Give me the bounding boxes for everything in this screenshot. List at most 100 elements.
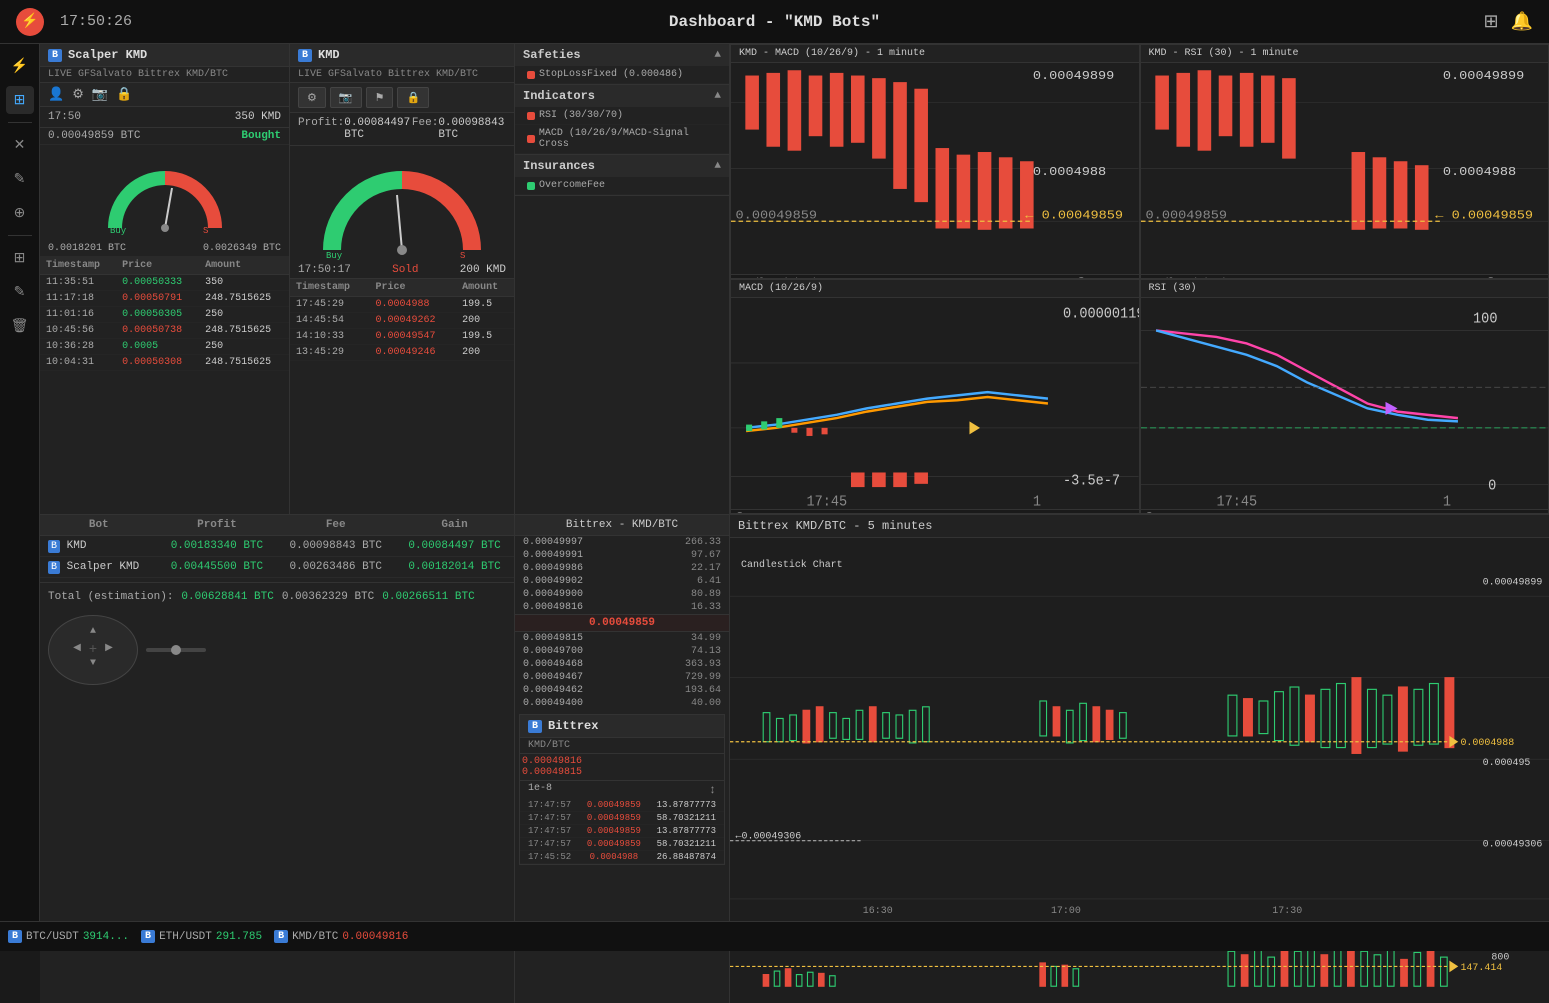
nav-up[interactable]: ▲ [85,626,101,642]
zoom-rsi-lower[interactable]: 🔍 [1145,512,1159,515]
nav-tr [101,626,117,642]
zoom-track[interactable] [146,648,206,652]
table-row: B Scalper KMD 0.00445500 BTC 0.00263486 … [40,557,514,578]
list-item: 0.0004940040.00 [515,697,729,710]
sidebar-item-copy[interactable]: ⊞ [6,244,34,272]
trade-price: 0.00050791 [116,291,199,307]
page-title: Dashboard - "KMD Bots" [669,13,880,31]
orderbook-asks: 0.00049997266.330.0004999197.670.0004998… [515,536,729,614]
list-item: 0.0004999197.67 [515,549,729,562]
indicators-title: Indicators [523,89,595,103]
ob-ask-vol: 22.17 [691,563,721,574]
nav-left-rsi-lower[interactable]: ◀ [1164,512,1172,515]
rsi-lower-panel: RSI (30) 100 0 [1140,279,1549,514]
rsi-candlestick-panel: KMD - RSI (30) - 1 minute 0.00049899 0.0… [1140,44,1549,279]
zoom-macd-lower[interactable]: 🔍 [735,512,749,515]
scalper-btc-low: 0.0018201 BTC [48,243,126,254]
notification-icon[interactable]: 🔔 [1511,11,1533,33]
svg-text:17:45: 17:45 [806,494,847,509]
bittrex-scroll[interactable]: ↕ [709,783,716,797]
nav-expand-macd-lower[interactable]: ⊞ [784,512,793,515]
kmd-trade-ts: 14:10:33 [290,329,369,345]
sidebar-item-close[interactable]: ✕ [6,131,34,159]
nav-right[interactable]: ▶ [101,642,117,658]
kmd-trades-body: 17:45:29 0.0004988 199.5 14:45:54 0.0004… [290,297,514,361]
btx-price: 0.00049859 [587,839,641,849]
safety-dot-red [527,71,535,79]
trade-ts: 10:45:56 [40,323,116,339]
current-time: 17:50:26 [60,13,132,30]
svg-text:Candlestick Chart: Candlestick Chart [741,559,843,571]
kmd-col-price: Price [369,279,456,297]
kmd-gauge-container: Buy S [290,146,514,262]
indicators-header[interactable]: Indicators ▲ [515,85,729,107]
macd-lower-ctrl: 🔍 ◀ ▶ ⊞ [731,509,1139,514]
kmd-btn-flag[interactable]: ⚑ [366,87,394,108]
safeties-header[interactable]: Safeties ▲ [515,44,729,66]
rsi-candlestick-body: 0.00049899 0.0004988 [1141,63,1549,274]
table-row: 11:17:18 0.00050791 248.7515625 [40,291,289,307]
macd-lower-panel: MACD (10/26/9) 0.00000119 -3.5e-7 [730,279,1140,514]
kmd-btn-lock[interactable]: 🔒 [397,87,429,108]
sidebar-item-dashboard[interactable]: ⊞ [6,86,34,114]
sidebar-item-pen[interactable]: ✎ [6,278,34,306]
trade-amount: 250 [199,307,289,323]
nav-tl [69,626,85,642]
nav-down[interactable]: ▼ [85,658,101,674]
scalper-toolbar: 👤 ⚙ 📷 🔒 [40,83,289,107]
kmd-col-ts: Timestamp [290,279,369,297]
layout-top: B Scalper KMD LIVE GFSalvato Bittrex KMD… [40,44,1549,514]
kmd-trade-amount: 199.5 [456,329,514,345]
indicators-arrow: ▲ [714,90,721,102]
kmd-profit-val: 0.00084497 BTC [344,117,412,141]
trade-price: 0.00050308 [116,355,199,371]
nav-left[interactable]: ◀ [69,642,85,658]
nav-left-macd-lower[interactable]: ◀ [755,512,763,515]
svg-text:1: 1 [1442,494,1450,509]
sidebar-item-delete[interactable]: 🗑 [6,312,34,340]
scalper-price-row: 0.00049859 BTC Bought [40,128,289,145]
sidebar-item-edit[interactable]: ✎ [6,165,34,193]
nav-right-macd-lower[interactable]: ▶ [769,512,777,515]
nav-right-rsi-lower[interactable]: ▶ [1179,512,1187,515]
status-eth-badge: B [141,930,155,943]
scalper-gauge-container: Buy S [40,145,289,241]
user-icon[interactable]: 👤 [48,87,64,102]
svg-text:16:30: 16:30 [863,905,893,917]
list-item: 0.0004990080.89 [515,588,729,601]
trade-price: 0.00050333 [116,275,199,291]
scalper-status: Bought [241,130,281,142]
camera-icon[interactable]: 📷 [92,87,108,102]
col-price: Price [116,257,199,275]
kmd-btn-camera[interactable]: 📷 [330,87,362,108]
orderbook-bids: 0.0004981534.990.0004970074.130.00049468… [515,632,729,710]
btx-ts: 17:47:57 [528,826,571,836]
nav-expand-rsi-lower[interactable]: ⊞ [1193,512,1202,515]
trade-amount: 248.7515625 [199,355,289,371]
bittrex-prices: 0.00049816 0.00049815 [520,754,724,780]
lock-icon[interactable]: 🔒 [116,87,132,102]
table-row: 10:45:56 0.00050738 248.7515625 [40,323,289,339]
screenshot-icon[interactable]: ⊞ [1483,11,1498,33]
table-row: 14:45:54 0.00049262 200 [290,313,514,329]
kmd-btn-settings[interactable]: ⚙ [298,87,326,108]
kmd-trade-ts: 17:45:29 [290,297,369,313]
settings-icon[interactable]: ⚙ [72,87,84,102]
scalper-amount: 350 KMD [235,111,281,123]
insurances-header[interactable]: Insurances ▲ [515,155,729,177]
trade-amount: 350 [199,275,289,291]
bot-table: Bot Profit Fee Gain B KMD 0.00183340 BTC… [40,515,514,578]
btx-price: 0.00049859 [587,813,641,823]
indicator-macd-dot [527,135,535,143]
svg-text:0.0004988: 0.0004988 [1442,165,1515,179]
bot-col-bot: Bot [40,515,158,536]
sidebar-item-add[interactable]: ⊕ [6,199,34,227]
svg-text:17:00: 17:00 [1051,905,1081,917]
status-btc-label: BTC/USDT [26,931,79,943]
kmd-trade-price: 0.00049547 [369,329,456,345]
kmd-col-amount: Amount [456,279,514,297]
zoom-thumb[interactable] [171,645,181,655]
list-item: 17:47:57 0.00049859 58.70321211 [520,812,724,825]
kmd-gauge: Buy S [312,150,492,260]
sidebar-item-home[interactable]: ⚡ [6,52,34,80]
